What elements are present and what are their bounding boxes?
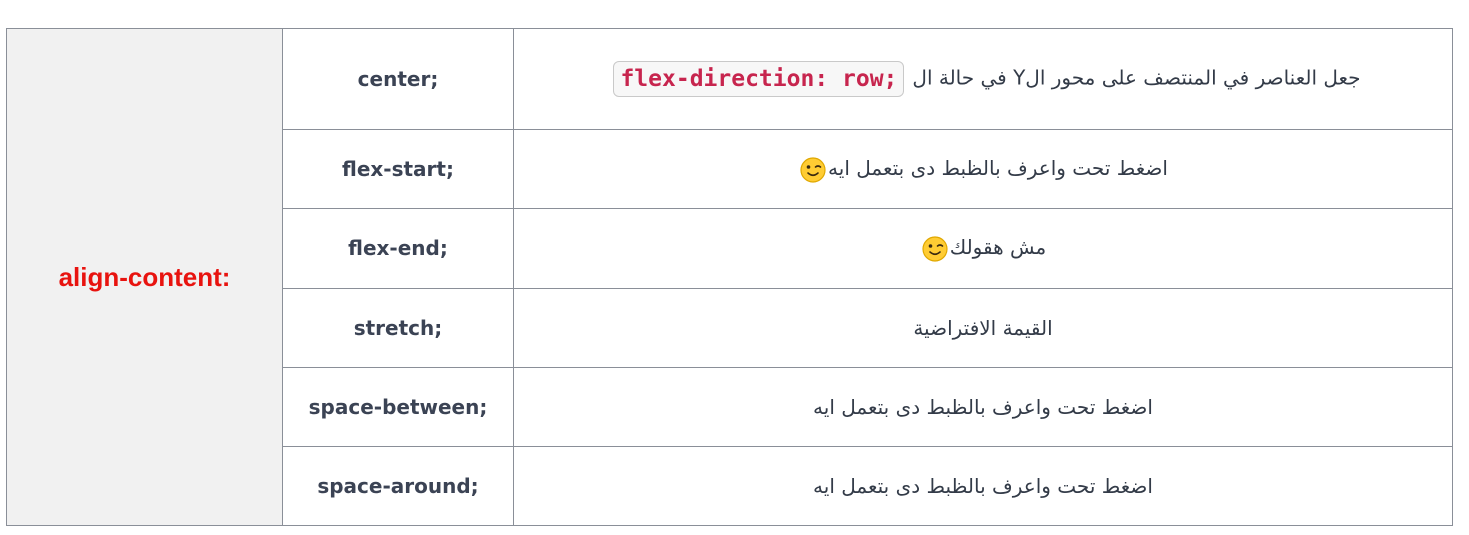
winking-face-icon	[800, 156, 826, 183]
description-cell: اضغط تحت واعرف بالظبط دى بتعمل ايه	[513, 129, 1453, 210]
description-cell: القيمة الافتراضية	[513, 287, 1453, 368]
description-cell: جعل العناصر في المنتصف على محور الY في ح…	[513, 27, 1453, 131]
value-cell: space-between;	[282, 366, 514, 447]
description-text: جعل العناصر في المنتصف على محور الY في ح…	[912, 65, 1361, 90]
description-text: اضغط تحت واعرف بالظبط دى بتعمل ايه	[828, 156, 1168, 181]
value-cell: center;	[282, 27, 514, 131]
description-cell: اضغط تحت واعرف بالظبط دى بتعمل ايه	[513, 366, 1453, 447]
description-text: مش هقولك	[949, 235, 1047, 260]
description-cell: مش هقولك	[513, 208, 1453, 289]
value-cell: stretch;	[282, 287, 514, 368]
winking-face-icon	[922, 236, 948, 262]
property-name: align-content:	[6, 28, 283, 526]
value-cell: flex-end;	[282, 208, 514, 289]
description-cell: اضغط تحت واعرف بالظبط دى بتعمل ايه	[513, 445, 1453, 527]
value-cell: flex-start;	[282, 129, 514, 210]
align-content-table: align-content: center; جعل العناصر في ال…	[6, 27, 1453, 527]
table-row: align-content: center; جعل العناصر في ال…	[6, 27, 1453, 526]
code-snippet: flex-direction: row;	[613, 61, 905, 98]
value-cell: space-around;	[282, 445, 514, 527]
